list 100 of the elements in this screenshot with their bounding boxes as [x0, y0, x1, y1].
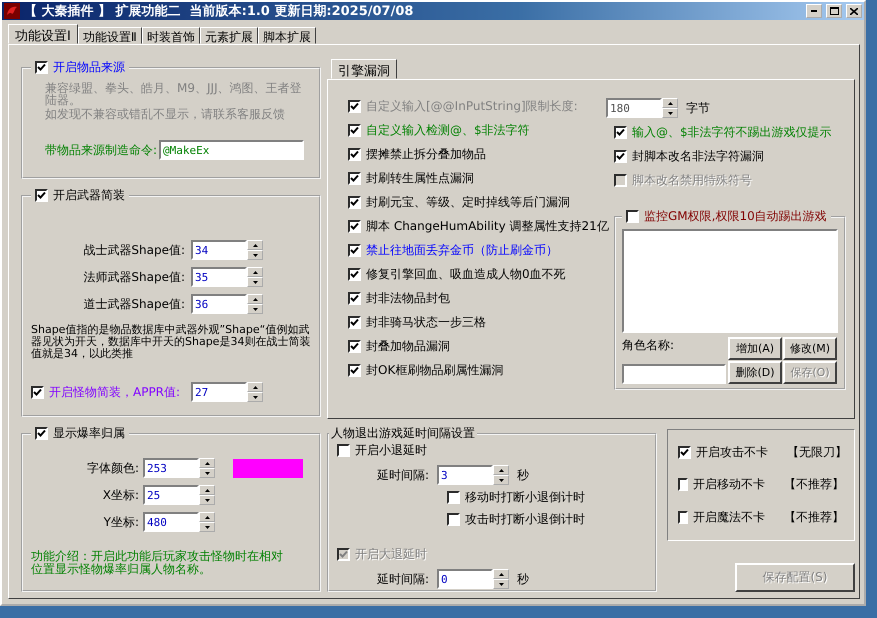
note-text: 如发现不兼容或错乱不显示，请联系客服反馈	[45, 108, 286, 120]
list-box[interactable]	[622, 229, 838, 333]
checkbox-label: 封非法物品封包	[366, 290, 450, 307]
spin-up-button[interactable]	[199, 485, 215, 495]
checkbox[interactable]	[348, 340, 361, 353]
checkbox-label: 脚本 ChangeHumAbility 调整属性支持21亿	[366, 218, 609, 235]
checkbox[interactable]	[678, 511, 688, 524]
spin-up-button[interactable]	[247, 267, 263, 277]
spin-down-button[interactable]	[493, 475, 510, 485]
checkbox[interactable]	[626, 210, 639, 223]
checkbox[interactable]	[447, 513, 460, 526]
number-field[interactable]: 3	[437, 465, 494, 485]
tab[interactable]: 引擎漏洞	[331, 59, 397, 79]
spin-down-button[interactable]	[247, 277, 263, 287]
checkbox[interactable]	[35, 189, 48, 202]
checkbox[interactable]	[348, 220, 361, 233]
spin-up-button[interactable]	[247, 294, 263, 304]
number-field[interactable]: 35	[191, 267, 247, 287]
tab[interactable]: 功能设置Ⅰ	[8, 24, 78, 44]
checkbox-label: 开启攻击不卡	[696, 444, 768, 461]
field-label: 角色名称:	[622, 337, 676, 354]
checkbox[interactable]	[348, 292, 361, 305]
action-button[interactable]: 增加(A)	[728, 337, 782, 360]
down-arrow-icon	[252, 280, 258, 284]
checkbox[interactable]	[337, 444, 350, 457]
spin-down-button[interactable]	[199, 495, 215, 505]
checkbox-note: 【无限刀】	[787, 444, 847, 461]
checkbox[interactable]	[35, 427, 48, 440]
checkbox[interactable]	[678, 478, 688, 492]
down-arrow-icon	[252, 396, 258, 398]
action-button[interactable]: 修改(M)	[783, 337, 837, 360]
down-arrow-icon	[498, 582, 504, 586]
number-field[interactable]: 25	[143, 485, 199, 505]
field-label: Y坐标:	[102, 514, 140, 530]
maximize-button[interactable]	[826, 4, 842, 18]
spin-down-button[interactable]	[247, 250, 263, 260]
spin-down-button[interactable]	[199, 468, 215, 478]
checkbox[interactable]	[348, 124, 361, 137]
spin-up-button[interactable]	[199, 458, 215, 468]
checkbox[interactable]	[678, 446, 691, 459]
checkbox-label: 修复引擎回血、吸血造成人物0血不死	[366, 266, 566, 283]
checkbox-label: 封刷转生属性点漏洞	[366, 170, 474, 187]
spin-up-button[interactable]	[662, 98, 678, 108]
help-text: Shape值指的是物品数据库中武器外观”Shape“值例如武器见状为开天，数据库中开天的Shape是34则在战士简装值就是34，以此类推	[31, 324, 311, 360]
checkbox[interactable]	[35, 61, 48, 74]
maximize-icon	[830, 7, 838, 15]
checkbox-label: 开启怪物简装，APPR值:	[49, 384, 180, 400]
spin-up-button[interactable]	[199, 512, 215, 522]
spin-up-button[interactable]	[493, 569, 510, 579]
number-field[interactable]: 34	[191, 240, 247, 260]
checkbox-label: 封OK框刷物品刷属性漏洞	[366, 362, 504, 379]
up-arrow-icon	[668, 102, 672, 104]
up-arrow-icon	[252, 244, 258, 246]
spin-down-button[interactable]	[247, 304, 263, 314]
checkbox[interactable]	[348, 316, 361, 329]
number-field[interactable]: 27	[191, 382, 247, 402]
action-button[interactable]: 删除(D)	[728, 361, 782, 384]
number-field[interactable]: 180	[606, 98, 662, 118]
minimize-button[interactable]	[806, 4, 822, 18]
tab[interactable]: 时装首饰	[142, 27, 200, 44]
checkbox-label: 脚本改名禁用特殊符号	[632, 172, 752, 189]
checkbox[interactable]	[348, 196, 361, 209]
down-arrow-icon	[498, 478, 504, 482]
checkbox[interactable]	[614, 126, 627, 139]
name-field[interactable]	[622, 364, 726, 384]
checkbox[interactable]	[348, 148, 361, 161]
down-arrow-icon	[668, 112, 672, 114]
down-arrow-icon	[204, 498, 210, 502]
spin-down-button[interactable]	[247, 392, 263, 402]
spin-up-button[interactable]	[247, 240, 263, 250]
tab[interactable]: 功能设置Ⅱ	[78, 27, 142, 44]
checkbox-label: 封脚本改名非法字符漏洞	[632, 148, 764, 165]
checkbox-label: 封叠加物品漏洞	[366, 338, 450, 355]
up-arrow-icon	[204, 516, 210, 518]
checkbox-label: 开启物品来源	[53, 59, 125, 76]
checkbox[interactable]	[614, 150, 627, 163]
spin-down-button[interactable]	[199, 522, 215, 532]
up-arrow-icon	[252, 386, 258, 388]
checkbox[interactable]	[348, 172, 361, 185]
spin-up-button[interactable]	[247, 382, 263, 392]
number-field[interactable]: 480	[143, 512, 199, 532]
checkbox[interactable]	[447, 491, 460, 504]
unit-label: 字节	[686, 100, 710, 116]
close-button[interactable]	[846, 4, 862, 18]
number-field[interactable]: 36	[191, 294, 247, 314]
checkbox[interactable]	[348, 244, 361, 257]
command-field[interactable]: @MakeEx	[159, 140, 304, 160]
checkbox[interactable]	[348, 268, 361, 281]
number-field[interactable]: 253	[143, 458, 199, 478]
checkbox[interactable]	[31, 386, 44, 398]
checkbox[interactable]	[348, 364, 361, 377]
spin-up-button[interactable]	[493, 465, 510, 475]
tab[interactable]: 脚本扩展	[258, 27, 316, 44]
spin-down-button[interactable]	[493, 579, 510, 589]
tab[interactable]: 元素扩展	[200, 27, 258, 44]
down-arrow-icon	[204, 526, 210, 528]
dragon-logo-icon	[4, 3, 20, 19]
spin-down-button[interactable]	[662, 108, 678, 118]
checkbox[interactable]	[348, 100, 361, 113]
field-label: 法师武器Shape值:	[82, 268, 186, 286]
